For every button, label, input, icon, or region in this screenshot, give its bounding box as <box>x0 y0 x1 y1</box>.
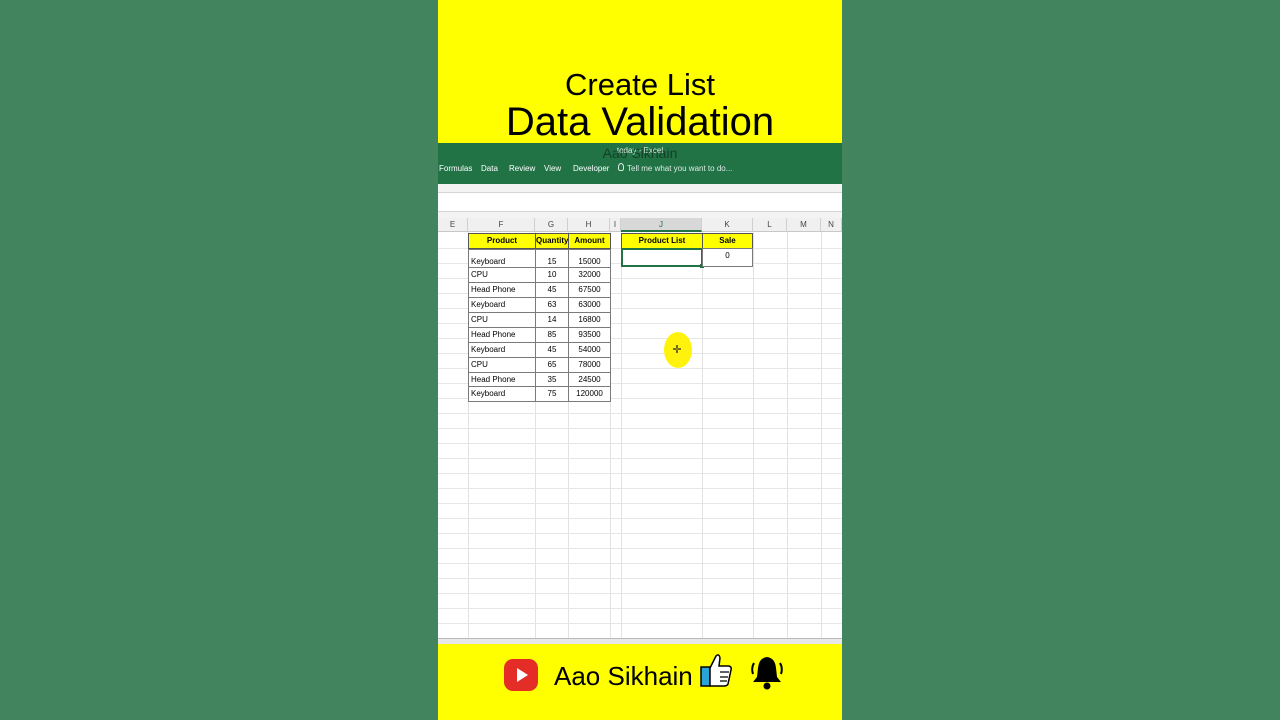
gridline-horizontal <box>438 473 842 474</box>
lightbulb-icon <box>618 163 624 171</box>
table-cell-product[interactable]: Keyboard <box>468 386 536 402</box>
background-right <box>842 0 1280 720</box>
gridline-horizontal <box>438 503 842 504</box>
column-header-g[interactable]: G <box>535 218 568 232</box>
table-cell-product[interactable]: Head Phone <box>468 372 536 387</box>
table-cell-product[interactable]: Keyboard <box>468 342 536 358</box>
table-cell-quantity[interactable]: 45 <box>535 342 569 358</box>
formula-bar[interactable] <box>438 193 842 212</box>
youtube-icon[interactable] <box>504 659 538 691</box>
table-cell-product[interactable]: Head Phone <box>468 327 536 343</box>
title-line-1: Create List <box>565 67 715 102</box>
gridline-horizontal <box>438 488 842 489</box>
table-cell-quantity[interactable]: 45 <box>535 282 569 298</box>
product-list-input-cell[interactable] <box>621 248 703 267</box>
gridline-horizontal <box>438 548 842 549</box>
table-cell-quantity[interactable]: 65 <box>535 357 569 373</box>
table-cell-amount[interactable]: 78000 <box>568 357 611 373</box>
header-cell-product[interactable]: Product <box>468 233 536 249</box>
gridline-horizontal <box>438 608 842 609</box>
background-left <box>0 0 438 720</box>
ribbon-commands-area <box>438 184 842 193</box>
product-list-header[interactable]: Product List <box>621 233 703 249</box>
table-cell-amount[interactable]: 32000 <box>568 267 611 283</box>
tab-formulas[interactable]: Formulas <box>439 164 472 173</box>
gridline-horizontal <box>438 623 842 624</box>
column-header-k[interactable]: K <box>702 218 753 232</box>
table-cell-product[interactable]: CPU <box>468 312 536 328</box>
column-header-j[interactable]: J <box>621 218 702 232</box>
tab-view[interactable]: View <box>544 164 561 173</box>
tell-me-search[interactable]: Tell me what you want to do... <box>627 164 732 173</box>
title-line-2: Data Validation <box>505 100 775 144</box>
table-cell-quantity[interactable]: 15 <box>535 249 569 268</box>
cell-cursor-icon: ✛ <box>672 344 682 356</box>
gridline-horizontal <box>438 533 842 534</box>
thumbs-up-icon[interactable] <box>700 652 732 688</box>
video-frame: Create List Data Validation today - Exce… <box>438 0 842 720</box>
sale-value-cell[interactable]: 0 <box>702 248 753 267</box>
column-header-n[interactable]: N <box>821 218 842 232</box>
table-cell-quantity[interactable]: 75 <box>535 386 569 402</box>
gridline-horizontal <box>438 593 842 594</box>
table-cell-amount[interactable]: 120000 <box>568 386 611 402</box>
column-header-l[interactable]: L <box>753 218 787 232</box>
title-banner: Create List Data Validation <box>438 0 842 144</box>
gridline-horizontal <box>438 578 842 579</box>
gridline-horizontal <box>438 563 842 564</box>
table-cell-product[interactable]: Head Phone <box>468 282 536 298</box>
channel-watermark: Aao Sikhain <box>602 145 678 161</box>
tab-review[interactable]: Review <box>509 164 535 173</box>
column-header-h[interactable]: H <box>568 218 610 232</box>
column-header-m[interactable]: M <box>787 218 821 232</box>
gridline-horizontal <box>438 458 842 459</box>
table-cell-quantity[interactable]: 35 <box>535 372 569 387</box>
table-cell-amount[interactable]: 93500 <box>568 327 611 343</box>
table-cell-amount[interactable]: 24500 <box>568 372 611 387</box>
table-cell-amount[interactable]: 67500 <box>568 282 611 298</box>
excel-ribbon: today - Excel Aao Sikhain Formulas Data … <box>438 143 842 184</box>
gridline-horizontal <box>438 428 842 429</box>
column-header-e[interactable]: E <box>438 218 468 232</box>
table-cell-product[interactable]: CPU <box>468 357 536 373</box>
column-header-f[interactable]: F <box>468 218 535 232</box>
table-cell-amount[interactable]: 16800 <box>568 312 611 328</box>
sale-header[interactable]: Sale <box>702 233 753 249</box>
channel-name: Aao Sikhain <box>554 661 693 691</box>
worksheet[interactable]: E F G H I J K L M N Product Quantity Amoun… <box>438 218 842 639</box>
gridline-horizontal <box>438 413 842 414</box>
column-header-i[interactable]: I <box>610 218 621 232</box>
tab-developer[interactable]: Developer <box>573 164 609 173</box>
table-cell-amount[interactable]: 63000 <box>568 297 611 313</box>
table-cell-quantity[interactable]: 63 <box>535 297 569 313</box>
tab-data[interactable]: Data <box>481 164 498 173</box>
gridline-horizontal <box>438 518 842 519</box>
table-cell-amount[interactable]: 54000 <box>568 342 611 358</box>
table-cell-quantity[interactable]: 14 <box>535 312 569 328</box>
gridline-horizontal <box>438 443 842 444</box>
bell-icon[interactable] <box>748 653 786 691</box>
header-cell-quantity[interactable]: Quantity <box>535 233 569 249</box>
table-cell-product[interactable]: Keyboard <box>468 297 536 313</box>
header-cell-amount[interactable]: Amount <box>568 233 611 249</box>
table-cell-amount[interactable]: 15000 <box>568 249 611 268</box>
table-cell-quantity[interactable]: 10 <box>535 267 569 283</box>
table-cell-quantity[interactable]: 85 <box>535 327 569 343</box>
channel-banner: Aao Sikhain <box>438 644 842 720</box>
table-cell-product[interactable]: Keyboard <box>468 249 536 268</box>
table-cell-product[interactable]: CPU <box>468 267 536 283</box>
